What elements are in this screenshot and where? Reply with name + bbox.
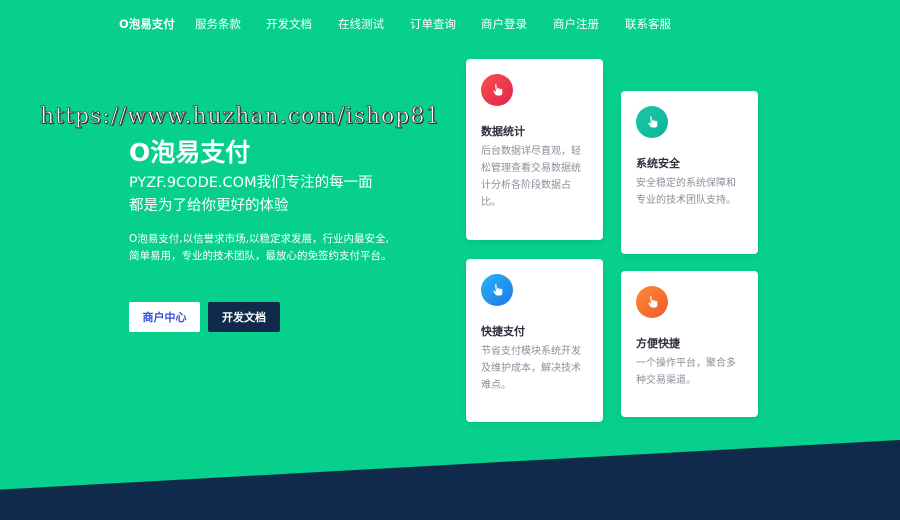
card-title: 数据统计 (481, 125, 525, 138)
nav-contact-support[interactable]: 联系客服 (625, 16, 671, 32)
hero-title: O泡易支付 (129, 138, 251, 167)
nav-merchant-login[interactable]: 商户登录 (481, 16, 527, 32)
card-description: 安全稳定的系统保障和专业的技术团队支持。 (636, 178, 736, 206)
feature-card-data-stats: 数据统计 后台数据详尽直观，轻松管理查看交易数据统计分析各阶段数据占比。 (466, 59, 603, 240)
feature-card-convenient: 方便快捷 一个操作平台，聚合多种交易渠道。 (621, 271, 758, 417)
card-title: 方便快捷 (636, 337, 680, 350)
merchant-center-button[interactable]: 商户中心 (129, 302, 200, 332)
watermark-url: https://www.huzhan.com/ishop81 (40, 104, 441, 130)
bottom-band (0, 440, 900, 520)
nav-online-test[interactable]: 在线测试 (338, 16, 384, 32)
card-title: 系统安全 (636, 157, 680, 170)
hand-pointer-icon (636, 106, 668, 138)
top-nav: O泡易支付 服务条款 开发文档 在线测试 订单查询 商户登录 商户注册 联系客服 (0, 0, 900, 46)
feature-card-quick-pay: 快捷支付 节省支付模块系统开发及维护成本，解决技术难点。 (466, 259, 603, 422)
hero-subtitle-line-1: PYZF.9CODE.COM我们专注的每一面 (129, 175, 373, 191)
hero-description-line-1: O泡易支付,以信誉求市场,以稳定求发展，行业内最安全, (129, 233, 389, 245)
feature-card-system-security: 系统安全 安全稳定的系统保障和专业的技术团队支持。 (621, 91, 758, 254)
hand-pointer-icon (636, 286, 668, 318)
nav-merchant-register[interactable]: 商户注册 (553, 16, 599, 32)
nav-brand[interactable]: O泡易支付 (119, 16, 175, 32)
card-description: 节省支付模块系统开发及维护成本，解决技术难点。 (481, 346, 581, 391)
hand-pointer-icon (481, 274, 513, 306)
hero-subtitle-line-2: 都是为了给你更好的体验 (129, 198, 289, 214)
nav-dev-docs[interactable]: 开发文档 (266, 16, 312, 32)
card-title: 快捷支付 (481, 325, 525, 338)
hero-description-line-2: 简单易用，专业的技术团队，最放心的免签约支付平台。 (129, 250, 392, 262)
card-description: 后台数据详尽直观，轻松管理查看交易数据统计分析各阶段数据占比。 (481, 146, 581, 208)
dev-docs-button[interactable]: 开发文档 (208, 302, 280, 332)
nav-terms[interactable]: 服务条款 (195, 16, 241, 32)
card-description: 一个操作平台，聚合多种交易渠道。 (636, 358, 736, 386)
hand-pointer-icon (481, 74, 513, 106)
nav-order-query[interactable]: 订单查询 (410, 16, 456, 32)
